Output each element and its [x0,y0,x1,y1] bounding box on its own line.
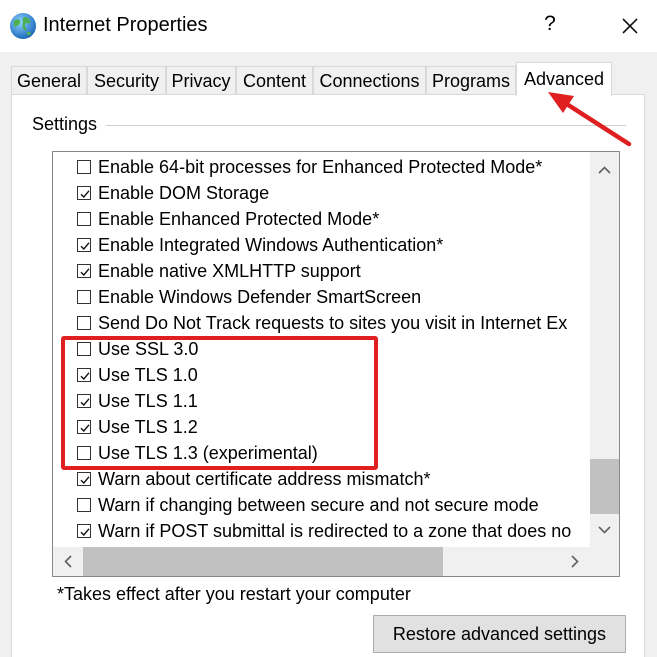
title-bar: Internet Properties ? [0,0,657,52]
tab-general[interactable]: General [11,66,87,95]
setting-label: Use TLS 1.0 [98,365,198,385]
setting-label: Enable Integrated Windows Authentication… [98,235,444,255]
settings-list[interactable]: Enable 64-bit processes for Enhanced Pro… [52,151,620,577]
close-icon[interactable] [618,14,642,38]
settings-group-label: Settings [32,114,98,134]
setting-label: Use SSL 3.0 [98,339,199,359]
scroll-down-icon[interactable] [590,514,619,547]
setting-label: Warn if changing between secure and not … [98,495,539,515]
vertical-scroll-thumb[interactable] [590,459,619,514]
checkbox-checked[interactable] [77,238,91,252]
tab-advanced[interactable]: Advanced [516,62,612,96]
scrollbar-corner [590,547,619,576]
horizontal-scroll-thumb[interactable] [83,547,443,576]
checkbox-unchecked[interactable] [77,160,91,174]
setting-label: Use TLS 1.2 [98,417,198,437]
checkbox-checked[interactable] [77,394,91,408]
checkbox-unchecked[interactable] [77,316,91,330]
checkbox-checked[interactable] [77,264,91,278]
tab-content[interactable]: Content [236,66,313,95]
checkbox-unchecked[interactable] [77,342,91,356]
tab-privacy[interactable]: Privacy [166,66,236,95]
checkbox-checked[interactable] [77,368,91,382]
settings-rows: Enable 64-bit processes for Enhanced Pro… [53,152,591,547]
window-title: Internet Properties [43,14,208,36]
checkbox-unchecked[interactable] [77,498,91,512]
checkbox-checked[interactable] [77,524,91,538]
settings-divider [106,125,626,126]
setting-label: Enable DOM Storage [98,183,270,203]
setting-label: Warn about certificate address mismatch* [98,469,431,489]
vertical-scrollbar[interactable] [590,152,619,547]
checkbox-checked[interactable] [77,420,91,434]
globe-icon [10,13,36,39]
setting-label: Enable Windows Defender SmartScreen [98,287,422,307]
help-button[interactable]: ? [540,12,560,36]
setting-label: Warn if POST submittal is redirected to … [98,521,572,541]
checkbox-unchecked[interactable] [77,212,91,226]
checkbox-unchecked[interactable] [77,290,91,304]
scroll-right-icon[interactable] [558,547,590,576]
tab-security[interactable]: Security [87,66,166,95]
restore-advanced-settings-button[interactable]: Restore advanced settings [373,615,626,653]
restart-note: *Takes effect after you restart your com… [57,584,411,604]
setting-label: Use TLS 1.1 [98,391,198,411]
checkbox-unchecked[interactable] [77,446,91,460]
scroll-up-icon[interactable] [590,152,619,188]
checkbox-checked[interactable] [77,472,91,486]
setting-label: Enable native XMLHTTP support [98,261,361,281]
horizontal-scrollbar[interactable] [53,547,590,576]
setting-label: Enable 64-bit processes for Enhanced Pro… [98,157,543,177]
setting-label: Use TLS 1.3 (experimental) [98,443,318,463]
checkbox-checked[interactable] [77,186,91,200]
setting-label: Enable Enhanced Protected Mode* [98,209,380,229]
scroll-left-icon[interactable] [53,547,83,576]
tab-programs[interactable]: Programs [426,66,516,95]
setting-label: Send Do Not Track requests to sites you … [98,313,568,333]
tab-connections[interactable]: Connections [313,66,426,95]
